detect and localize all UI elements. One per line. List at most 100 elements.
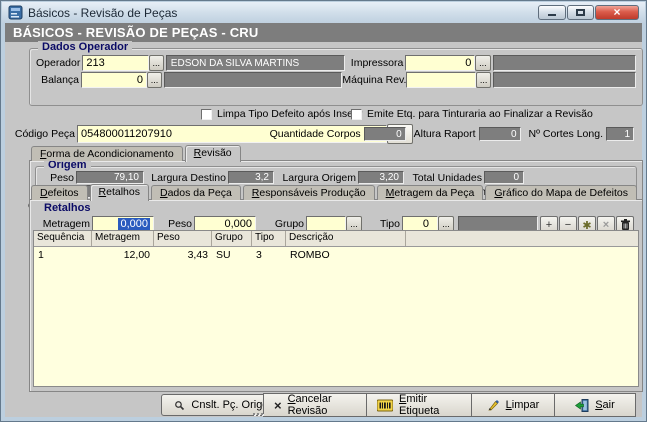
altura-raport-label: Altura Raport [414,128,476,140]
top-tab-bar: Forma de Acondicionamento Revisão [31,143,243,161]
cell-tipo: 3 [252,249,286,261]
detail-tab-bar: Defeitos Retalhos Dados da Peça Responsá… [31,183,639,200]
peso-retalho-label: Peso [162,218,192,230]
emite-etq-checkbox[interactable] [351,109,362,120]
column-grupo[interactable]: Grupo [212,231,252,246]
application-window: Básicos - Revisão de Peças × BÁSICOS - R… [0,0,647,422]
emite-etq-checkbox-row: Emite Etq. para Tinturaria ao Finalizar … [351,108,593,120]
minimize-icon [548,14,556,16]
ellipsis-icon: ... [442,219,450,229]
limpar-label: Limpar [506,399,540,411]
window-title: Básicos - Revisão de Peças [28,6,177,20]
ellipsis-icon: ... [151,75,159,85]
quantidade-corpos-field: 0 [364,127,406,141]
n-cortes-long-field: 1 [606,127,634,141]
limpa-tipo-label: Limpa Tipo Defeito após Inserir [217,108,362,120]
column-metragem[interactable]: Metragem [92,231,154,246]
balanca-label: Balança [36,74,79,86]
total-unidades-label: Total Unidades [410,172,482,184]
maquina-rev-input[interactable] [406,72,476,88]
largura-destino-label: Largura Destino [150,172,226,184]
limpa-tipo-checkbox-row: Limpa Tipo Defeito após Inserir [201,108,362,120]
impressora-display [493,55,636,71]
close-icon: × [613,7,620,18]
title-bar: Básicos - Revisão de Peças × [2,2,645,23]
impressora-label: Impressora [345,57,403,69]
maximize-button[interactable] [567,5,594,20]
tab-grafico-mapa-defeitos[interactable]: Gráfico do Mapa de Defeitos [485,185,637,200]
operador-lookup-button[interactable]: ... [149,55,164,71]
balanca-input[interactable]: 0 [81,72,147,88]
ellipsis-icon: ... [479,58,487,68]
app-icon [8,5,23,20]
eraser-pencil-icon [487,399,500,412]
column-sequencia[interactable]: Sequência [34,231,92,246]
minimize-button[interactable] [538,5,566,20]
metragem-selected-text: 0,000 [118,218,150,230]
grid-header: Sequência Metragem Peso Grupo Tipo Descr… [34,231,638,247]
peso-origem-label: Peso [40,172,74,184]
emitir-label: Emitir Etiqueta [399,393,461,417]
close-button[interactable]: × [595,5,639,20]
exit-door-icon [575,399,589,412]
cell-peso: 3,43 [154,249,212,261]
resize-grip[interactable] [253,413,263,415]
column-tipo[interactable]: Tipo [252,231,286,246]
grupo-label: Grupo [268,218,304,230]
cancelar-revisao-button[interactable]: × Cancelar Revisão [263,393,367,417]
retalhos-caption: Retalhos [40,202,94,214]
cell-metragem: 12,00 [92,249,154,261]
limpa-tipo-checkbox[interactable] [201,109,212,120]
sair-label: Sair [595,399,615,411]
maquina-rev-label: Máquina Rev. [342,74,404,86]
ellipsis-icon: ... [152,58,160,68]
column-peso[interactable]: Peso [154,231,212,246]
cancelar-label: Cancelar Revisão [288,393,356,417]
largura-origem-label: Largura Origem [280,172,356,184]
limpar-button[interactable]: Limpar [471,393,555,417]
ellipsis-icon: ... [480,75,488,85]
codigo-peca-label: Código Peça [11,128,75,140]
tab-revisao[interactable]: Revisão [185,145,241,162]
maquina-rev-lookup-button[interactable]: ... [476,72,491,88]
emite-etq-label: Emite Etq. para Tinturaria ao Finalizar … [367,108,593,120]
tab-metragem-da-peca[interactable]: Metragem da Peça [377,185,484,200]
sair-button[interactable]: Sair [554,393,636,417]
barcode-icon [377,399,393,412]
emitir-etiqueta-button[interactable]: Emitir Etiqueta [366,393,472,417]
operador-display: EDSON DA SILVA MARTINS [166,55,345,71]
cancel-x-icon: × [274,398,282,413]
altura-raport-field: 0 [479,127,521,141]
tipo-label: Tipo [374,218,400,230]
cell-descricao: ROMBO [286,249,406,261]
footer-button-bar: × Cancelar Revisão Emitir Etiqueta Limpa… [264,393,636,417]
dados-operador-group: Dados Operador Operador 213 ... EDSON DA… [29,48,643,106]
retalhos-tab-panel: Retalhos Metragem 0,000 Peso 0,000 Grupo… [29,199,643,392]
balanca-lookup-button[interactable]: ... [147,72,162,88]
impressora-lookup-button[interactable]: ... [475,55,490,71]
tab-dados-da-peca[interactable]: Dados da Peça [151,185,241,200]
retalhos-grid: Sequência Metragem Peso Grupo Tipo Descr… [33,230,639,387]
table-row[interactable]: 1 12,00 3,43 SU 3 ROMBO [34,247,638,262]
window-controls: × [538,5,639,20]
client-area: Dados Operador Operador 213 ... EDSON DA… [5,42,642,417]
ellipsis-icon: ... [350,219,358,229]
search-icon [174,400,185,411]
tab-retalhos[interactable]: Retalhos [90,184,149,201]
impressora-input[interactable]: 0 [405,55,475,71]
maximize-icon [576,9,585,16]
operador-label: Operador [36,57,80,69]
column-descricao[interactable]: Descrição [286,231,406,246]
dados-operador-caption: Dados Operador [38,41,132,53]
tab-defeitos[interactable]: Defeitos [31,185,88,200]
tab-forma-de-acondicionamento[interactable]: Forma de Acondicionamento [31,146,183,161]
tab-responsaveis-producao[interactable]: Responsáveis Produção [243,185,375,200]
column-filler [406,231,638,246]
quantidade-corpos-label: Quantidade Corpos [270,128,361,140]
balanca-display [164,72,342,88]
page-title: BÁSICOS - REVISÃO DE PEÇAS - CRU [5,23,642,42]
maquina-rev-display [493,72,636,88]
operador-input[interactable]: 213 [82,55,148,71]
cell-sequencia: 1 [34,249,92,261]
metragem-label: Metragem [40,218,90,230]
